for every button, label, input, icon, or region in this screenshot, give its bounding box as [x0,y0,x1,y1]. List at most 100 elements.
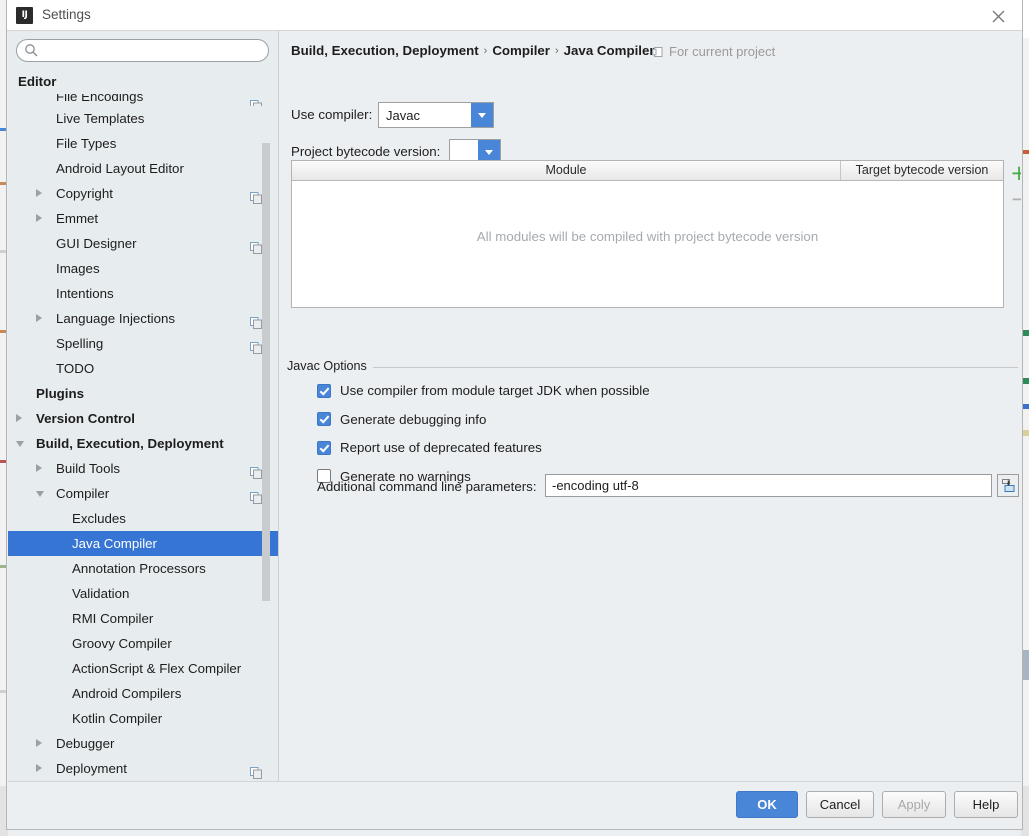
sidebar-item-todo[interactable]: TODO [8,356,278,381]
settings-main-panel: Build, Execution, Deployment›Compiler›Ja… [279,31,1021,782]
checkbox-checked-icon[interactable] [317,412,331,426]
dialog-title: Settings [42,7,91,22]
insert-from-file-icon[interactable] [997,474,1019,497]
sidebar-item-build-execution-deployment[interactable]: Build, Execution, Deployment [8,431,278,456]
chevron-right-icon[interactable] [36,314,42,322]
sidebar-item-actionscript-flex-compiler[interactable]: ActionScript & Flex Compiler [8,656,278,681]
settings-tree: EditorFile Encodings Live TemplatesFile T… [8,69,278,782]
sidebar-item-label: Plugins [36,381,84,406]
sidebar-item-android-compilers[interactable]: Android Compilers [8,681,278,706]
sidebar-item-gui-designer[interactable]: GUI Designer [8,231,278,256]
sidebar-item-version-control[interactable]: Version Control [8,406,278,431]
sidebar-item-images[interactable]: Images [8,256,278,281]
sidebar-item-label: Android Layout Editor [56,156,184,181]
additional-params-input[interactable] [545,474,992,497]
sidebar-scrollbar-track[interactable] [266,31,274,782]
sidebar-item-groovy-compiler[interactable]: Groovy Compiler [8,631,278,656]
use-compiler-dropdown[interactable]: Javac [378,102,494,128]
checkbox-report-use-of-deprecated-features[interactable]: Report use of deprecated features [317,440,542,455]
sidebar-item-editor[interactable]: Editor [8,69,278,94]
help-button[interactable]: Help [954,791,1018,818]
javac-options-title: Javac Options [287,359,373,373]
chevron-right-icon[interactable] [16,414,22,422]
apply-button: Apply [882,791,946,818]
breadcrumb-part-1[interactable]: Build, Execution, Deployment [291,43,479,58]
screen: IJ Settings EditorFile EncodingsLive Tem… [0,0,1029,836]
sidebar-item-label: Images [56,256,100,281]
cancel-button[interactable]: Cancel [806,791,874,818]
minus-icon: − [1010,189,1021,210]
sidebar-item-spelling[interactable]: Spelling [8,331,278,356]
sidebar-item-kotlin-compiler[interactable]: Kotlin Compiler [8,706,278,731]
breadcrumb-part-2[interactable]: Compiler [492,43,550,58]
sidebar-item-java-compiler[interactable]: Java Compiler [8,531,278,556]
sidebar-item-plugins[interactable]: Plugins [8,381,278,406]
breadcrumb-separator-1: › [479,45,493,57]
sidebar-item-label: File Types [56,131,116,156]
sidebar-item-label: Intentions [56,281,114,306]
sidebar-item-label: Groovy Compiler [72,631,172,656]
chevron-right-icon[interactable] [36,214,42,222]
checkbox-use-compiler-from-module-target-jdk-when-possible[interactable]: Use compiler from module target JDK when… [317,383,650,398]
chevron-down-icon[interactable] [16,441,24,447]
sidebar-item-language-injections[interactable]: Language Injections [8,306,278,331]
scope-note: For current project [652,44,775,59]
close-icon[interactable] [976,0,1022,30]
project-scope-icon [652,46,664,58]
chevron-right-icon[interactable] [36,764,42,772]
column-header-target-bytecode-version[interactable]: Target bytecode version [841,161,1003,180]
sidebar-item-annotation-processors[interactable]: Annotation Processors [8,556,278,581]
sidebar-item-label: Java Compiler [72,531,157,556]
project-bytecode-label: Project bytecode version: [291,144,440,159]
chevron-right-icon[interactable] [36,464,42,472]
sidebar-scrollbar-thumb[interactable] [262,143,270,601]
group-divider [287,367,1018,368]
sidebar-item-label: File Encodings [56,94,143,99]
sidebar-item-file-encodings[interactable]: File Encodings [8,94,278,106]
use-compiler-value: Javac [379,108,471,123]
sidebar-item-copyright[interactable]: Copyright [8,181,278,206]
table-empty-message: All modules will be compiled with projec… [292,229,1003,244]
search-input[interactable] [16,39,269,62]
sidebar-item-label: Excludes [72,506,126,531]
sidebar-item-android-layout-editor[interactable]: Android Layout Editor [8,156,278,181]
ok-button[interactable]: OK [736,791,798,818]
sidebar-item-emmet[interactable]: Emmet [8,206,278,231]
sidebar-item-live-templates[interactable]: Live Templates [8,106,278,131]
sidebar-item-compiler[interactable]: Compiler [8,481,278,506]
sidebar-item-label: RMI Compiler [72,606,153,631]
sidebar-item-label: Live Templates [56,106,144,131]
checkbox-checked-icon[interactable] [317,441,331,455]
breadcrumb: Build, Execution, Deployment›Compiler›Ja… [291,43,655,58]
settings-sidebar: EditorFile Encodings Live TemplatesFile T… [8,31,279,782]
sidebar-item-intentions[interactable]: Intentions [8,281,278,306]
chevron-down-icon[interactable] [471,103,493,127]
table-body[interactable]: All modules will be compiled with projec… [292,181,1003,307]
sidebar-item-label: Android Compilers [72,681,181,706]
sidebar-item-debugger[interactable]: Debugger [8,731,278,756]
sidebar-item-label: Copyright [56,181,113,206]
sidebar-item-label: Spelling [56,331,103,356]
add-module-button[interactable]: + [1006,160,1021,186]
sidebar-item-build-tools[interactable]: Build Tools [8,456,278,481]
sidebar-item-excludes[interactable]: Excludes [8,506,278,531]
additional-params-label: Additional command line parameters: [317,479,537,494]
sidebar-item-label: GUI Designer [56,231,137,256]
sidebar-item-label: Version Control [36,406,135,431]
sidebar-item-label: ActionScript & Flex Compiler [72,656,241,681]
breadcrumb-part-3: Java Compiler [564,43,655,58]
sidebar-item-validation[interactable]: Validation [8,581,278,606]
column-header-module[interactable]: Module [292,161,841,180]
chevron-down-icon[interactable] [36,491,44,497]
checkbox-checked-icon[interactable] [317,384,331,398]
checkbox-generate-debugging-info[interactable]: Generate debugging info [317,412,486,427]
sidebar-item-file-types[interactable]: File Types [8,131,278,156]
chevron-right-icon[interactable] [36,739,42,747]
sidebar-item-deployment[interactable]: Deployment [8,756,278,781]
chevron-right-icon[interactable] [36,189,42,197]
copy-settings-icon [250,237,262,249]
sidebar-item-label: Annotation Processors [72,556,206,581]
sidebar-item-label: Debugger [56,731,114,756]
sidebar-item-rmi-compiler[interactable]: RMI Compiler [8,606,278,631]
sidebar-item-label: Language Injections [56,306,175,331]
